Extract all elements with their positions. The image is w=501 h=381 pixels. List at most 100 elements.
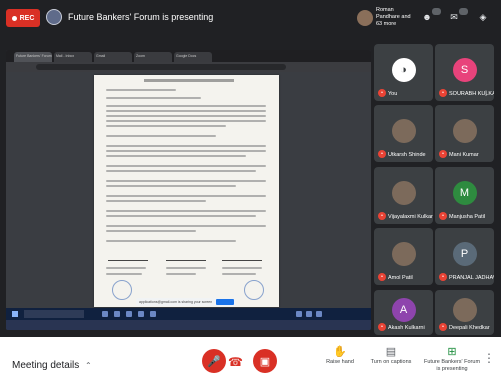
present-screen-icon: ⊞ [447, 346, 457, 358]
document-line [166, 273, 196, 275]
activities-icon[interactable]: ◈ [476, 11, 490, 23]
participant-tile[interactable]: • Mani Kumar [435, 105, 494, 162]
participant-tile[interactable]: • Utkarsh Shinde [374, 105, 433, 162]
document-line [106, 215, 256, 217]
browser-tab: Mail - Inbox [54, 52, 92, 62]
browser-tab: Zoom [134, 52, 172, 62]
mic-muted-icon: • [439, 212, 447, 220]
document-line [106, 230, 196, 232]
presenting-text: Future Bankers' Forum is presenting [68, 12, 214, 22]
taskbar-app-icon [126, 311, 132, 317]
top-bar: REC Future Bankers' Forum is presenting … [0, 0, 501, 36]
document-line [106, 225, 266, 227]
document-line [106, 240, 236, 242]
stamp-icon [112, 280, 132, 300]
secondary-taskbar [6, 320, 371, 330]
signature-line [108, 249, 148, 261]
participant-tile[interactable]: A • Akash Kulkarni [374, 290, 433, 335]
avatar: A [391, 298, 416, 323]
chevron-up-icon: ⌃ [85, 361, 92, 370]
document-line [106, 165, 266, 167]
participant-tile[interactable]: • Amol Patil [374, 228, 433, 285]
more-options-icon[interactable]: ⋮ [483, 90, 489, 97]
hang-up-icon: ☎ [228, 355, 243, 369]
participant-name: Deepali Khedkar [449, 325, 490, 331]
mic-muted-icon: • [439, 89, 447, 97]
participant-name: Amol Patil [388, 275, 413, 281]
taskbar-app-icon [150, 311, 156, 317]
document-line [106, 135, 216, 137]
document-line [106, 105, 266, 107]
camera-button[interactable]: ▣ [253, 349, 277, 373]
avatar: S [452, 57, 477, 82]
mic-muted-icon: • [439, 273, 447, 281]
mic-muted-icon: • [378, 89, 386, 97]
taskbar-app-icon [102, 311, 108, 317]
avatar [357, 9, 373, 26]
participant-name: Manjusha Patil [449, 214, 486, 220]
participant-tile[interactable]: S•SOURABH KULKARNI⋮ [435, 44, 494, 101]
participant-name: Mani Kumar [449, 152, 479, 158]
browser-tab-strip: Future Bankers' Forum Mail - Inbox Gmail… [6, 50, 371, 62]
rec-label: REC [19, 14, 35, 22]
document-line [106, 125, 226, 127]
participant-name: PRANJAL JADHAV [449, 275, 494, 281]
document-line [106, 200, 206, 202]
mic-off-icon: 🎤 [207, 355, 221, 368]
browser-tab: Future Bankers' Forum [14, 52, 52, 62]
document-heading [144, 79, 234, 82]
participant-tile[interactable]: • Vijayalaxmi Kulkarni [374, 167, 433, 224]
raise-hand-button[interactable]: ✋ Raise hand [320, 345, 360, 366]
presenting-button[interactable]: ⊞ Future Bankers' Forum is presenting [422, 345, 482, 373]
tray-icon [316, 311, 322, 317]
tray-icon [306, 311, 312, 317]
participant-name: Utkarsh Shinde [388, 152, 426, 158]
leave-call-button[interactable]: ☎ [228, 355, 243, 369]
avatar [391, 118, 416, 143]
captions-button[interactable]: ▤ Turn on captions [365, 345, 417, 366]
browser-tab: Gmail [94, 52, 132, 62]
meeting-window: REC Future Bankers' Forum is presenting … [0, 0, 501, 337]
document-line [106, 155, 246, 157]
document-line [106, 110, 266, 112]
bottom-bar: Meeting details ⌃ 🎤 ☎ ▣ ✋ Raise hand ▤ T… [0, 337, 501, 381]
participant-count-badge [432, 8, 441, 15]
mic-muted-icon: • [378, 273, 386, 281]
hide-button [216, 299, 234, 305]
document-line [106, 210, 266, 212]
hand-icon: ✋ [333, 346, 347, 358]
browser-tab: Google Docs [174, 52, 212, 62]
meeting-details-button[interactable]: Meeting details ⌃ [12, 360, 92, 371]
mic-muted-icon: • [439, 150, 447, 158]
participant-tile[interactable]: M • Manjusha Patil [435, 167, 494, 224]
document-line [222, 273, 256, 275]
document-line [106, 180, 266, 182]
windows-taskbar [6, 308, 371, 320]
chat-count-badge [459, 8, 468, 15]
participant-name: Vijayalaxmi Kulkarni [388, 214, 433, 220]
document-line [106, 195, 266, 197]
more-options-icon[interactable]: ⋮ [483, 351, 495, 365]
mic-muted-icon: • [378, 150, 386, 158]
mic-muted-icon: • [378, 323, 386, 331]
address-bar [36, 64, 286, 70]
document-line [106, 120, 266, 122]
recording-indicator: REC [6, 9, 40, 27]
avatar [391, 241, 416, 266]
others-in-call[interactable]: Roman Pandhare and 63 more [357, 7, 412, 28]
avatar [452, 298, 477, 323]
document-line [106, 267, 146, 269]
notification-text: applications@gmail.com is sharing your s… [139, 300, 213, 304]
others-text: Roman Pandhare and 63 more [376, 7, 411, 27]
participant-tile[interactable]: P • PRANJAL JADHAV [435, 228, 494, 285]
participant-tile[interactable]: • Deepali Khedkar [435, 290, 494, 335]
participant-name: Akash Kulkarni [388, 325, 425, 331]
mic-muted-icon: • [378, 212, 386, 220]
microphone-button[interactable]: 🎤 [202, 349, 226, 373]
camera-off-icon: ▣ [259, 355, 271, 368]
captions-icon: ▤ [385, 346, 397, 358]
document-line [106, 150, 266, 152]
participant-tile[interactable]: ◑ • You [374, 44, 433, 101]
avatar [452, 118, 477, 143]
avatar: P [452, 241, 477, 266]
